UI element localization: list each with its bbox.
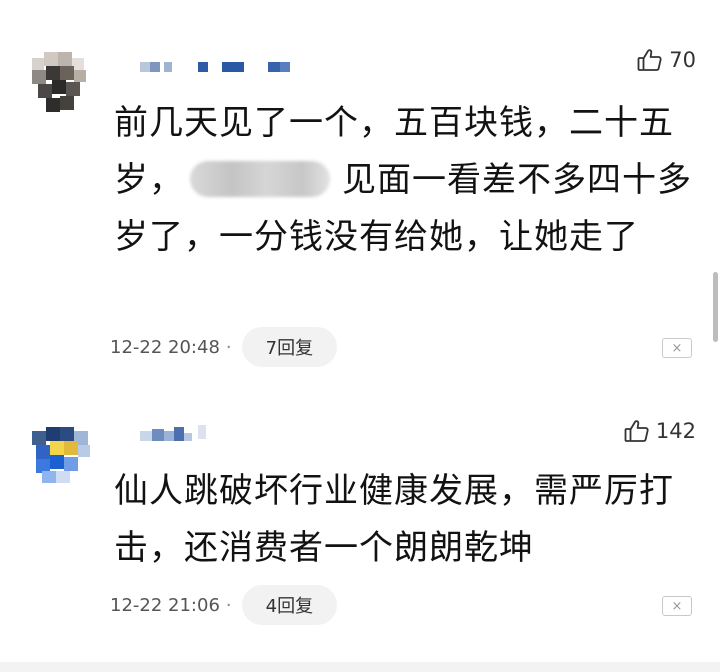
separator-dot: · — [225, 594, 232, 616]
timestamp: 12-22 21:06 — [110, 594, 220, 616]
comment-item: 142 仙人跳破坏行业健康发展，需严厉打击，还消费者一个朗朗乾坤 12-22 2… — [0, 385, 720, 672]
thumbs-up-icon — [637, 48, 663, 72]
like-button[interactable]: 142 — [624, 419, 696, 443]
like-count: 70 — [669, 48, 696, 72]
avatar[interactable] — [32, 52, 92, 112]
username-redacted[interactable] — [140, 423, 220, 441]
avatar[interactable] — [32, 423, 92, 483]
thumbs-up-icon — [624, 419, 650, 443]
username-redacted[interactable] — [140, 60, 310, 74]
bottom-divider — [0, 662, 720, 672]
like-button[interactable]: 70 — [637, 48, 696, 72]
comment-text: 前几天见了一个，五百块钱，二十五岁， 见面一看差不多四十多岁了，一分钱没有给她，让… — [114, 95, 699, 266]
redacted-text-blur — [190, 160, 330, 197]
replies-button[interactable]: 7回复 — [241, 327, 338, 367]
close-icon[interactable]: × — [662, 596, 692, 616]
like-count: 142 — [655, 419, 696, 443]
close-icon[interactable]: × — [662, 338, 692, 358]
scrollbar[interactable] — [713, 272, 718, 342]
comment-item: 70 前几天见了一个，五百块钱，二十五岁， 见面一看差不多四十多岁了，一分钱没有给… — [0, 0, 720, 385]
replies-button[interactable]: 4回复 — [241, 585, 338, 625]
comment-meta: 12-22 21:06 · 4回复 — [110, 585, 338, 625]
comment-text: 仙人跳破坏行业健康发展，需严厉打击，还消费者一个朗朗乾坤 — [114, 471, 674, 568]
separator-dot: · — [225, 336, 232, 358]
timestamp: 12-22 20:48 — [110, 336, 220, 358]
comment-meta: 12-22 20:48 · 7回复 — [110, 327, 338, 367]
